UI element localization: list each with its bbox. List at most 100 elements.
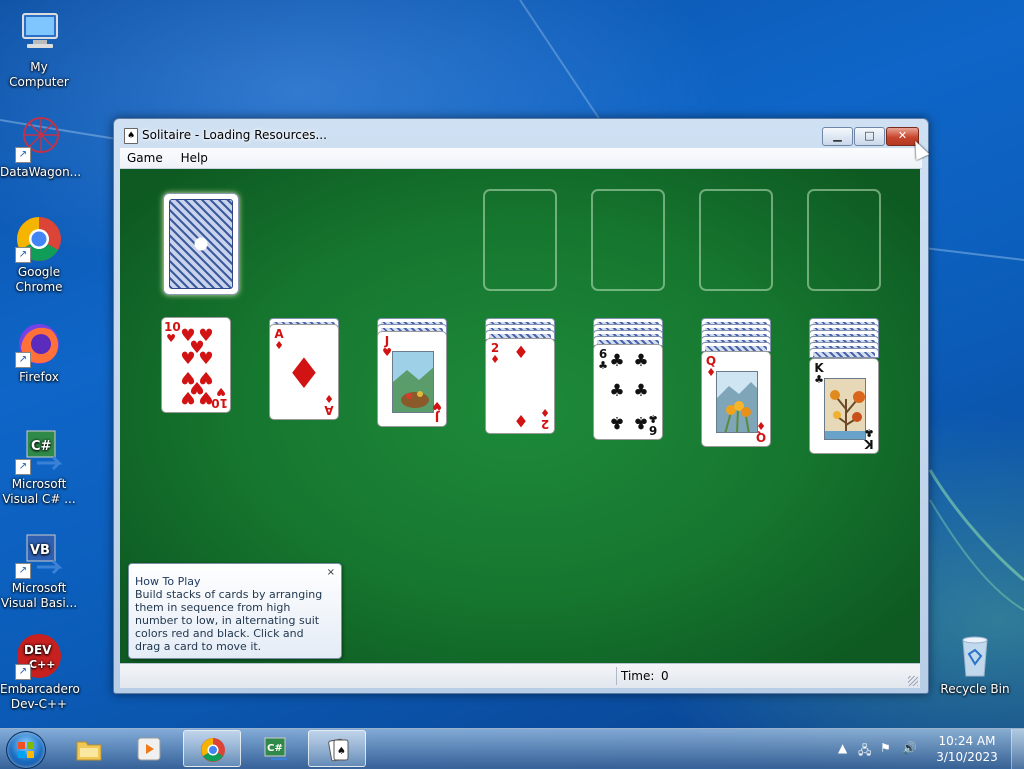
foundation-slot-2[interactable] (591, 189, 665, 291)
firefox-icon: ↗ (15, 320, 63, 368)
solitaire-window: ♠ Solitaire - Loading Resources... ▁ □ ✕… (113, 118, 929, 694)
menu-bar: Game Help (120, 148, 922, 169)
playing-card-king-clubs[interactable]: K ♣ K ♣ (809, 358, 879, 454)
how-to-play-tip: × How To Play Build stacks of cards by a… (128, 563, 342, 659)
volume-icon[interactable]: 🔊 (902, 741, 917, 755)
foundation-slot-1[interactable] (483, 189, 557, 291)
svg-text:C#: C# (31, 439, 52, 454)
media-player-icon (137, 737, 161, 761)
tip-close-button[interactable]: × (327, 567, 335, 578)
card-index: A ♦ (324, 392, 334, 417)
svg-text:VB: VB (30, 543, 50, 558)
playing-card-2-diamonds[interactable]: 2 ♦ ♦ ♦ 2 ♦ (485, 338, 555, 434)
action-center-flag-icon[interactable]: ⚑ (880, 741, 891, 755)
card-index: A ♦ (274, 327, 284, 352)
visual-basic-icon: VB ↗ (15, 531, 63, 579)
solitaire-app-icon: ♠ (124, 128, 138, 144)
tip-title: How To Play (135, 575, 201, 588)
card-index: 2 ♦ (540, 406, 550, 431)
show-hidden-icons-icon[interactable]: ▲ (838, 741, 847, 755)
chrome-icon: ↗ (15, 215, 63, 263)
visual-csharp-icon: C# ↗ (15, 427, 63, 475)
computer-icon (15, 10, 63, 58)
foundation-slot-3[interactable] (699, 189, 773, 291)
shortcut-arrow-icon: ↗ (15, 459, 31, 475)
playing-card-queen-diamonds[interactable]: Q ♦ Q ♦ (701, 351, 771, 447)
desktop-icon-dev-cpp[interactable]: DEV C++ ↗ Embarcadero Dev-C++ (0, 632, 80, 712)
desktop-icon-visual-csharp[interactable]: C# ↗ Microsoft Visual C# ... (0, 427, 78, 507)
clock-time: 10:24 AM (938, 734, 996, 748)
stock-pile[interactable] (163, 193, 239, 295)
dev-cpp-icon: DEV C++ ↗ (15, 632, 63, 680)
playing-card-6-clubs[interactable]: 6 ♣ ♣ ♣ ♣ ♣ ♣ ♣ 6 ♣ (593, 344, 663, 440)
jack-face-art (392, 351, 434, 413)
playing-card-ace-diamonds[interactable]: A ♦ ♦ A ♦ (269, 324, 339, 420)
minimize-button[interactable]: ▁ (822, 127, 853, 146)
solitaire-icon: ♠ (328, 738, 349, 762)
taskbar: C# ♠ ▲ 🖧 ⚑ 🔊 10:24 AM 3/10/2023 (0, 728, 1024, 769)
card-back-pattern (169, 199, 233, 289)
windows-logo-icon (18, 742, 34, 758)
card-index: 6 ♣ (648, 412, 658, 437)
desktop-icon-label: Recycle Bin (940, 682, 1010, 696)
svg-text:C#: C# (267, 743, 283, 754)
status-separator (616, 667, 617, 685)
show-desktop-button[interactable] (1011, 729, 1024, 769)
face-down-card (809, 348, 879, 358)
desktop-icon-recycle-bin[interactable]: Recycle Bin (936, 632, 1014, 697)
desktop-icon-label: Google Chrome (15, 265, 63, 294)
desktop-icon-label: Microsoft Visual Basi... (0, 581, 78, 610)
visual-csharp-icon: C# (264, 737, 287, 760)
card-index: K ♣ (864, 426, 874, 451)
playing-card-10-hearts[interactable]: 10 ♥ ♥ ♥ ♥ ♥ ♥ ♥ ♥ ♥ ♥ ♥ 10 ♥ (161, 317, 231, 413)
card-index: 2 ♦ (490, 341, 500, 366)
shortcut-arrow-icon: ↗ (15, 147, 31, 163)
menu-help[interactable]: Help (174, 148, 215, 168)
desktop-icon-google-chrome[interactable]: ↗ Google Chrome (0, 215, 78, 295)
chrome-icon (201, 738, 225, 762)
clock[interactable]: 10:24 AM 3/10/2023 (932, 733, 1002, 765)
shortcut-arrow-icon: ↗ (15, 664, 31, 680)
shortcut-arrow-icon: ↗ (15, 247, 31, 263)
svg-text:C++: C++ (29, 658, 56, 671)
card-index: 10 ♥ (164, 320, 181, 345)
time-label: Time: (621, 669, 655, 683)
playing-card-jack-hearts[interactable]: J ♥ J ♥ (377, 331, 447, 427)
desktop-icon-datawagon[interactable]: ↗ DataWagon... (0, 115, 82, 180)
time-value: 0 (661, 669, 669, 683)
desktop-icon-my-computer[interactable]: My Computer (0, 10, 78, 90)
network-icon[interactable]: 🖧 (858, 741, 871, 762)
shortcut-arrow-icon: ↗ (15, 563, 31, 579)
card-index: 10 ♥ (211, 385, 228, 410)
taskbar-visual-csharp[interactable]: C# (246, 730, 304, 767)
svg-text:♠: ♠ (337, 746, 346, 757)
window-title: Solitaire - Loading Resources... (142, 128, 327, 142)
card-index: J ♥ (432, 399, 442, 424)
desktop-icon-visual-basic[interactable]: VB ↗ Microsoft Visual Basi... (0, 531, 78, 611)
card-index: Q ♦ (755, 419, 767, 444)
queen-face-art (716, 371, 758, 433)
desktop-icon-label: My Computer (9, 60, 69, 89)
tip-body: Build stacks of cards by arranging them … (135, 588, 323, 653)
foundation-slot-4[interactable] (807, 189, 881, 291)
svg-text:DEV: DEV (24, 643, 52, 657)
status-bar: Time: 0 (120, 663, 920, 688)
desktop-icon-label: Firefox (19, 370, 59, 384)
desktop-icon-label: Microsoft Visual C# ... (2, 477, 76, 506)
king-face-art (824, 378, 866, 440)
taskbar-media-player[interactable] (120, 730, 178, 767)
menu-game[interactable]: Game (120, 148, 170, 168)
maximize-button[interactable]: □ (854, 127, 885, 146)
taskbar-chrome[interactable] (183, 730, 241, 767)
title-bar[interactable]: ♠ Solitaire - Loading Resources... ▁ □ ✕ (114, 119, 928, 149)
recycle-bin-icon (951, 632, 999, 680)
desktop-icon-firefox[interactable]: ↗ Firefox (0, 320, 78, 385)
taskbar-solitaire[interactable]: ♠ (308, 730, 366, 767)
resize-grip[interactable] (908, 676, 918, 686)
system-tray: ▲ 🖧 ⚑ 🔊 10:24 AM 3/10/2023 (834, 729, 1024, 769)
shortcut-arrow-icon: ↗ (15, 352, 31, 368)
desktop-icon-label: Embarcadero Dev-C++ (0, 682, 80, 711)
taskbar-explorer[interactable] (60, 730, 118, 767)
desktop-icon-label: DataWagon... (0, 165, 82, 179)
start-button[interactable] (6, 731, 46, 769)
